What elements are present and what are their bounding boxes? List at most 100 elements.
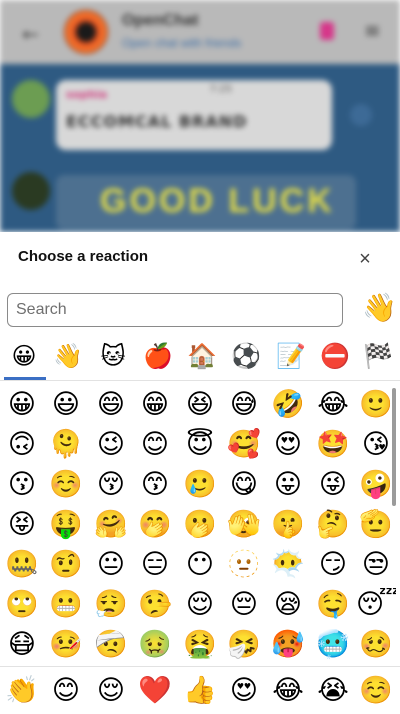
tab-places[interactable]: 🏠 bbox=[182, 336, 222, 380]
recent-emoji[interactable]: 😌 bbox=[91, 671, 131, 711]
chat-blur-layer: ← OpenChat Open chat with friends ≡ soph… bbox=[0, 0, 400, 232]
tab-activities[interactable]: ⚽ bbox=[226, 336, 266, 380]
recent-emoji[interactable]: 😭 bbox=[313, 671, 353, 711]
emoji-cell[interactable]: 😆 bbox=[180, 385, 220, 425]
message-bubble: sophia 7:25 ECCOMCAL BRAND bbox=[56, 80, 332, 150]
tab-symbols[interactable]: ⛔ bbox=[315, 336, 355, 380]
emoji-cell[interactable]: 🤐 bbox=[2, 545, 42, 585]
emoji-cell[interactable]: 🙄 bbox=[2, 585, 42, 625]
emoji-cell[interactable]: 🥵 bbox=[268, 625, 308, 665]
emoji-cell[interactable]: 😋 bbox=[224, 465, 264, 505]
emoji-cell[interactable]: 😁 bbox=[135, 385, 175, 425]
emoji-cell[interactable]: 🫡 bbox=[356, 505, 396, 545]
recent-emoji[interactable]: 😍 bbox=[224, 671, 264, 711]
recent-emoji[interactable]: 👏 bbox=[2, 671, 42, 711]
emoji-cell[interactable]: 😀 bbox=[2, 385, 42, 425]
emoji-cell[interactable]: 🤧 bbox=[224, 625, 264, 665]
divider bbox=[0, 666, 400, 667]
emoji-cell[interactable]: 😬 bbox=[46, 585, 86, 625]
emoji-cell[interactable]: 🤫 bbox=[268, 505, 308, 545]
tab-people[interactable]: 👋 bbox=[48, 336, 88, 380]
emoji-cell[interactable]: 😙 bbox=[135, 465, 175, 505]
emoji-cell[interactable]: 😇 bbox=[180, 425, 220, 465]
emoji-cell[interactable]: 🤕 bbox=[91, 625, 131, 665]
emoji-cell[interactable]: 😷 bbox=[2, 625, 42, 665]
grid-scrollbar[interactable] bbox=[392, 388, 396, 506]
back-arrow-icon: ← bbox=[22, 22, 39, 46]
emoji-cell[interactable]: 😊 bbox=[135, 425, 175, 465]
emoji-cell[interactable]: 😔 bbox=[224, 585, 264, 625]
emoji-cell[interactable]: 😃 bbox=[46, 385, 86, 425]
search-input[interactable] bbox=[7, 293, 343, 327]
emoji-cell[interactable]: 🥲 bbox=[180, 465, 220, 505]
emoji-cell[interactable]: 🤤 bbox=[313, 585, 353, 625]
tab-food[interactable]: 🍎 bbox=[138, 336, 178, 380]
close-button[interactable]: × bbox=[352, 246, 378, 272]
emoji-cell[interactable]: 🙂 bbox=[356, 385, 396, 425]
emoji-cell[interactable]: 🤢 bbox=[135, 625, 175, 665]
emoji-cell[interactable]: 😗 bbox=[2, 465, 42, 505]
sheet-title: Choose a reaction bbox=[18, 248, 149, 265]
emoji-cell[interactable]: 🙃 bbox=[2, 425, 42, 465]
emoji-grid: 😀 😃 😄 😁 😆 😅 🤣 😂 🙂 🙃 🫠 😉 😊 😇 🥰 😍 🤩 😘 😗 ☺️… bbox=[0, 382, 396, 666]
emoji-cell[interactable]: 🥴 bbox=[356, 625, 396, 665]
share-icon bbox=[350, 104, 372, 126]
emoji-cell[interactable]: 🤨 bbox=[46, 545, 86, 585]
emoji-cell[interactable]: 😛 bbox=[268, 465, 308, 505]
emoji-cell[interactable]: 🤪 bbox=[356, 465, 396, 505]
emoji-cell[interactable]: 😂 bbox=[313, 385, 353, 425]
emoji-cell[interactable]: 😜 bbox=[313, 465, 353, 505]
recent-emoji[interactable]: 😂 bbox=[268, 671, 308, 711]
skin-tone-wave-button[interactable]: 👋 bbox=[362, 290, 397, 326]
message-text: ECCOMCAL BRAND bbox=[66, 112, 248, 131]
emoji-cell[interactable]: 😐 bbox=[91, 545, 131, 585]
emoji-cell[interactable]: 🤒 bbox=[46, 625, 86, 665]
emoji-cell[interactable]: 🫠 bbox=[46, 425, 86, 465]
chat-avatar bbox=[64, 10, 108, 54]
recent-reactions: 👏 😊 😌 ❤️ 👍 😍 😂 😭 ☺️ bbox=[0, 668, 400, 714]
sticker-text: GOOD LUCK bbox=[100, 182, 335, 220]
emoji-cell[interactable]: 🫥 bbox=[224, 545, 264, 585]
recent-emoji[interactable]: ☺️ bbox=[356, 671, 396, 711]
emoji-cell[interactable]: 😚 bbox=[91, 465, 131, 505]
emoji-cell[interactable]: 😮‍💨 bbox=[91, 585, 131, 625]
emoji-cell[interactable]: 🥶 bbox=[313, 625, 353, 665]
emoji-cell[interactable]: 😅 bbox=[224, 385, 264, 425]
tab-flags[interactable]: 🏁 bbox=[358, 336, 398, 380]
emoji-cell[interactable]: ☺️ bbox=[46, 465, 86, 505]
emoji-cell[interactable]: 😴 bbox=[356, 585, 396, 625]
emoji-cell[interactable]: 😘 bbox=[356, 425, 396, 465]
emoji-cell[interactable]: 😒 bbox=[356, 545, 396, 585]
emoji-cell[interactable]: 😍 bbox=[268, 425, 308, 465]
tab-objects[interactable]: 📝 bbox=[271, 336, 311, 380]
tab-animals[interactable]: 🐱 bbox=[93, 336, 133, 380]
emoji-cell[interactable]: 😝 bbox=[2, 505, 42, 545]
emoji-cell[interactable]: 🤩 bbox=[313, 425, 353, 465]
emoji-cell[interactable]: 🤣 bbox=[268, 385, 308, 425]
emoji-cell[interactable]: 🤔 bbox=[313, 505, 353, 545]
recent-emoji[interactable]: 👍 bbox=[180, 671, 220, 711]
emoji-cell[interactable]: 🤑 bbox=[46, 505, 86, 545]
menu-icon: ≡ bbox=[364, 18, 381, 42]
emoji-cell[interactable]: 🤥 bbox=[135, 585, 175, 625]
category-tabs: 😀 👋 🐱 🍎 🏠 ⚽ 📝 ⛔ 🏁 bbox=[0, 336, 400, 380]
emoji-cell[interactable]: 😌 bbox=[180, 585, 220, 625]
emoji-cell[interactable]: 😑 bbox=[135, 545, 175, 585]
emoji-cell[interactable]: 🥰 bbox=[224, 425, 264, 465]
emoji-cell[interactable]: 😄 bbox=[91, 385, 131, 425]
emoji-cell[interactable]: 😉 bbox=[91, 425, 131, 465]
emoji-cell[interactable]: 🤗 bbox=[91, 505, 131, 545]
emoji-cell[interactable]: 🫣 bbox=[224, 505, 264, 545]
emoji-cell[interactable]: 😶‍🌫️ bbox=[268, 545, 308, 585]
chat-header: ← OpenChat Open chat with friends ≡ bbox=[0, 0, 400, 64]
recent-emoji[interactable]: 😊 bbox=[46, 671, 86, 711]
emoji-cell[interactable]: 😶 bbox=[180, 545, 220, 585]
emoji-cell[interactable]: 🤮 bbox=[180, 625, 220, 665]
tab-smileys[interactable]: 😀 bbox=[4, 336, 44, 380]
emoji-cell[interactable]: 😏 bbox=[313, 545, 353, 585]
emoji-cell[interactable]: 😪 bbox=[268, 585, 308, 625]
recent-emoji[interactable]: ❤️ bbox=[135, 671, 175, 711]
reaction-sheet: Choose a reaction × 👋 😀 👋 🐱 🍎 🏠 ⚽ 📝 ⛔ 🏁 … bbox=[0, 232, 400, 714]
emoji-cell[interactable]: 🫢 bbox=[180, 505, 220, 545]
emoji-cell[interactable]: 🤭 bbox=[135, 505, 175, 545]
